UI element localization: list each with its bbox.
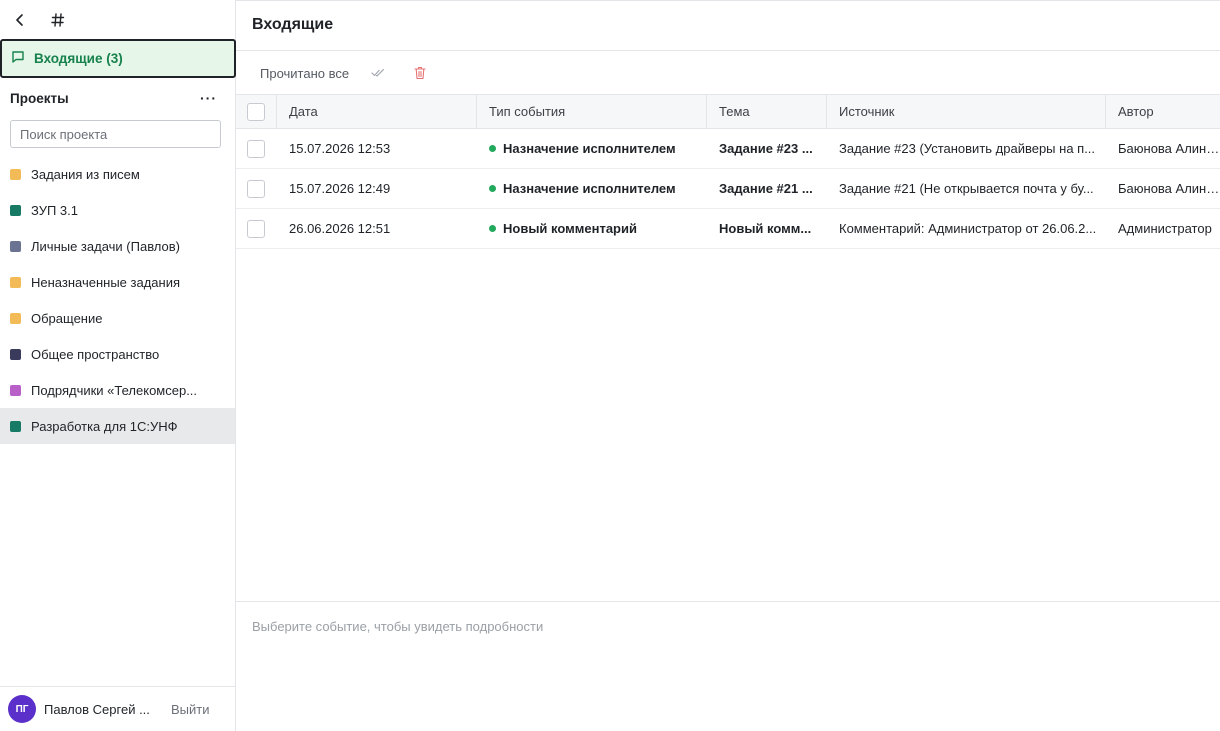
row-checkbox[interactable] [247, 179, 265, 198]
row-checkbox[interactable] [247, 219, 265, 238]
project-item[interactable]: Подрядчики «Телекомсер... [0, 372, 235, 408]
project-color-marker [10, 348, 21, 360]
table-row[interactable]: 26.06.2026 12:51 Новый комментарий Новый… [236, 209, 1220, 249]
author-text: Администратор [1118, 221, 1212, 236]
subject-text: Задание #23 ... [719, 141, 813, 156]
header-divider [236, 50, 1220, 51]
event-type: Назначение исполнителем [503, 141, 676, 156]
type-cell: Назначение исполнителем [477, 129, 707, 168]
logout-button[interactable]: Выйти [171, 702, 210, 717]
status-dot-icon [489, 145, 496, 152]
type-cell: Новый комментарий [477, 209, 707, 248]
project-item[interactable]: Обращение [0, 300, 235, 336]
projects-header: Проекты ··· [10, 90, 217, 106]
source-text: Задание #23 (Установить драйверы на п... [839, 141, 1096, 156]
project-item-active[interactable]: Разработка для 1С:УНФ [0, 408, 235, 444]
project-item[interactable]: Неназначенные задания [0, 264, 235, 300]
event-type: Новый комментарий [503, 221, 637, 236]
source-text: Задание #21 (Не открывается почта у бу..… [839, 181, 1094, 196]
project-color-marker [10, 276, 21, 288]
main-panel: Входящие Прочитано все Дата Тип события … [236, 0, 1220, 731]
subject-text: Новый комм... [719, 221, 812, 236]
author-text: Баюнова Алина Серг... [1118, 181, 1220, 196]
row-checkbox[interactable] [247, 139, 265, 158]
user-panel: ПГ Павлов Сергей ... Выйти [0, 686, 235, 731]
toolbar: Прочитано все [252, 61, 431, 85]
row-select-cell [236, 129, 277, 168]
project-item[interactable]: Общее пространство [0, 336, 235, 372]
date-cell: 26.06.2026 12:51 [289, 221, 391, 236]
event-type: Назначение исполнителем [503, 181, 676, 196]
subject-cell: Новый комм... [707, 209, 827, 248]
double-check-icon[interactable] [367, 62, 389, 84]
subject-text: Задание #21 ... [719, 181, 813, 196]
project-item[interactable]: ЗУП 3.1 [0, 192, 235, 228]
project-color-marker [10, 240, 21, 252]
project-color-marker [10, 384, 21, 396]
project-search-input[interactable] [10, 120, 221, 148]
user-name: Павлов Сергей ... [44, 701, 150, 717]
page-title: Входящие [252, 16, 334, 33]
back-icon[interactable] [12, 12, 28, 28]
project-color-marker [10, 420, 21, 432]
message-icon [11, 50, 25, 67]
project-label: Разработка для 1С:УНФ [31, 418, 178, 434]
project-label: Задания из писем [31, 166, 140, 182]
mark-all-read-button[interactable]: Прочитано все [252, 66, 357, 81]
avatar[interactable]: ПГ [8, 695, 36, 723]
type-cell: Назначение исполнителем [477, 169, 707, 208]
project-color-marker [10, 312, 21, 324]
subject-cell: Задание #21 ... [707, 169, 827, 208]
inbox-label: Входящие (3) [34, 51, 123, 66]
detail-hint: Выберите событие, чтобы увидеть подробно… [252, 619, 544, 634]
row-select-cell [236, 169, 277, 208]
project-item[interactable]: Личные задачи (Павлов) [0, 228, 235, 264]
column-header-date[interactable]: Дата [277, 95, 477, 128]
column-header-source[interactable]: Источник [827, 95, 1106, 128]
project-label: Личные задачи (Павлов) [31, 238, 181, 254]
status-dot-icon [489, 185, 496, 192]
sidebar: Входящие (3) Проекты ··· Задания из писе… [0, 0, 236, 731]
project-label: ЗУП 3.1 [31, 202, 78, 218]
project-color-marker [10, 168, 21, 180]
source-cell: Задание #23 (Установить драйверы на п... [827, 129, 1106, 168]
more-options-icon[interactable]: ··· [200, 90, 217, 106]
table-header: Дата Тип события Тема Источник Автор [236, 94, 1220, 129]
date-cell: 15.07.2026 12:53 [289, 141, 391, 156]
author-cell: Баюнова Алина Серг... [1106, 129, 1220, 168]
status-dot-icon [489, 225, 496, 232]
author-text: Баюнова Алина Серг... [1118, 141, 1220, 156]
author-cell: Баюнова Алина Серг... [1106, 169, 1220, 208]
column-header-subject[interactable]: Тема [707, 95, 827, 128]
project-label: Обращение [31, 310, 103, 326]
sidebar-topbar [0, 0, 235, 40]
project-color-marker [10, 204, 21, 216]
row-select-cell [236, 209, 277, 248]
subject-cell: Задание #23 ... [707, 129, 827, 168]
project-label: Неназначенные задания [31, 274, 180, 290]
source-text: Комментарий: Администратор от 26.06.2... [839, 221, 1097, 236]
trash-icon[interactable] [409, 62, 431, 84]
detail-divider [236, 601, 1220, 602]
sidebar-item-inbox[interactable]: Входящие (3) [0, 39, 236, 78]
column-header-author[interactable]: Автор [1106, 95, 1220, 128]
project-label: Общее пространство [31, 346, 160, 362]
date-cell: 15.07.2026 12:49 [289, 181, 391, 196]
events-table: Дата Тип события Тема Источник Автор 15.… [236, 94, 1220, 249]
table-row[interactable]: 15.07.2026 12:49 Назначение исполнителем… [236, 169, 1220, 209]
source-cell: Задание #21 (Не открывается почта у бу..… [827, 169, 1106, 208]
source-cell: Комментарий: Администратор от 26.06.2... [827, 209, 1106, 248]
project-item[interactable]: Задания из писем [0, 156, 235, 192]
author-cell: Администратор [1106, 209, 1220, 248]
hash-icon[interactable] [50, 12, 66, 28]
select-all-checkbox[interactable] [247, 102, 265, 121]
project-list: Задания из писем ЗУП 3.1 Личные задачи (… [0, 156, 235, 444]
projects-title: Проекты [10, 90, 69, 106]
project-label: Подрядчики «Телекомсер... [31, 382, 198, 398]
table-row[interactable]: 15.07.2026 12:53 Назначение исполнителем… [236, 129, 1220, 169]
column-header-type[interactable]: Тип события [477, 95, 707, 128]
select-all-cell [236, 95, 277, 128]
